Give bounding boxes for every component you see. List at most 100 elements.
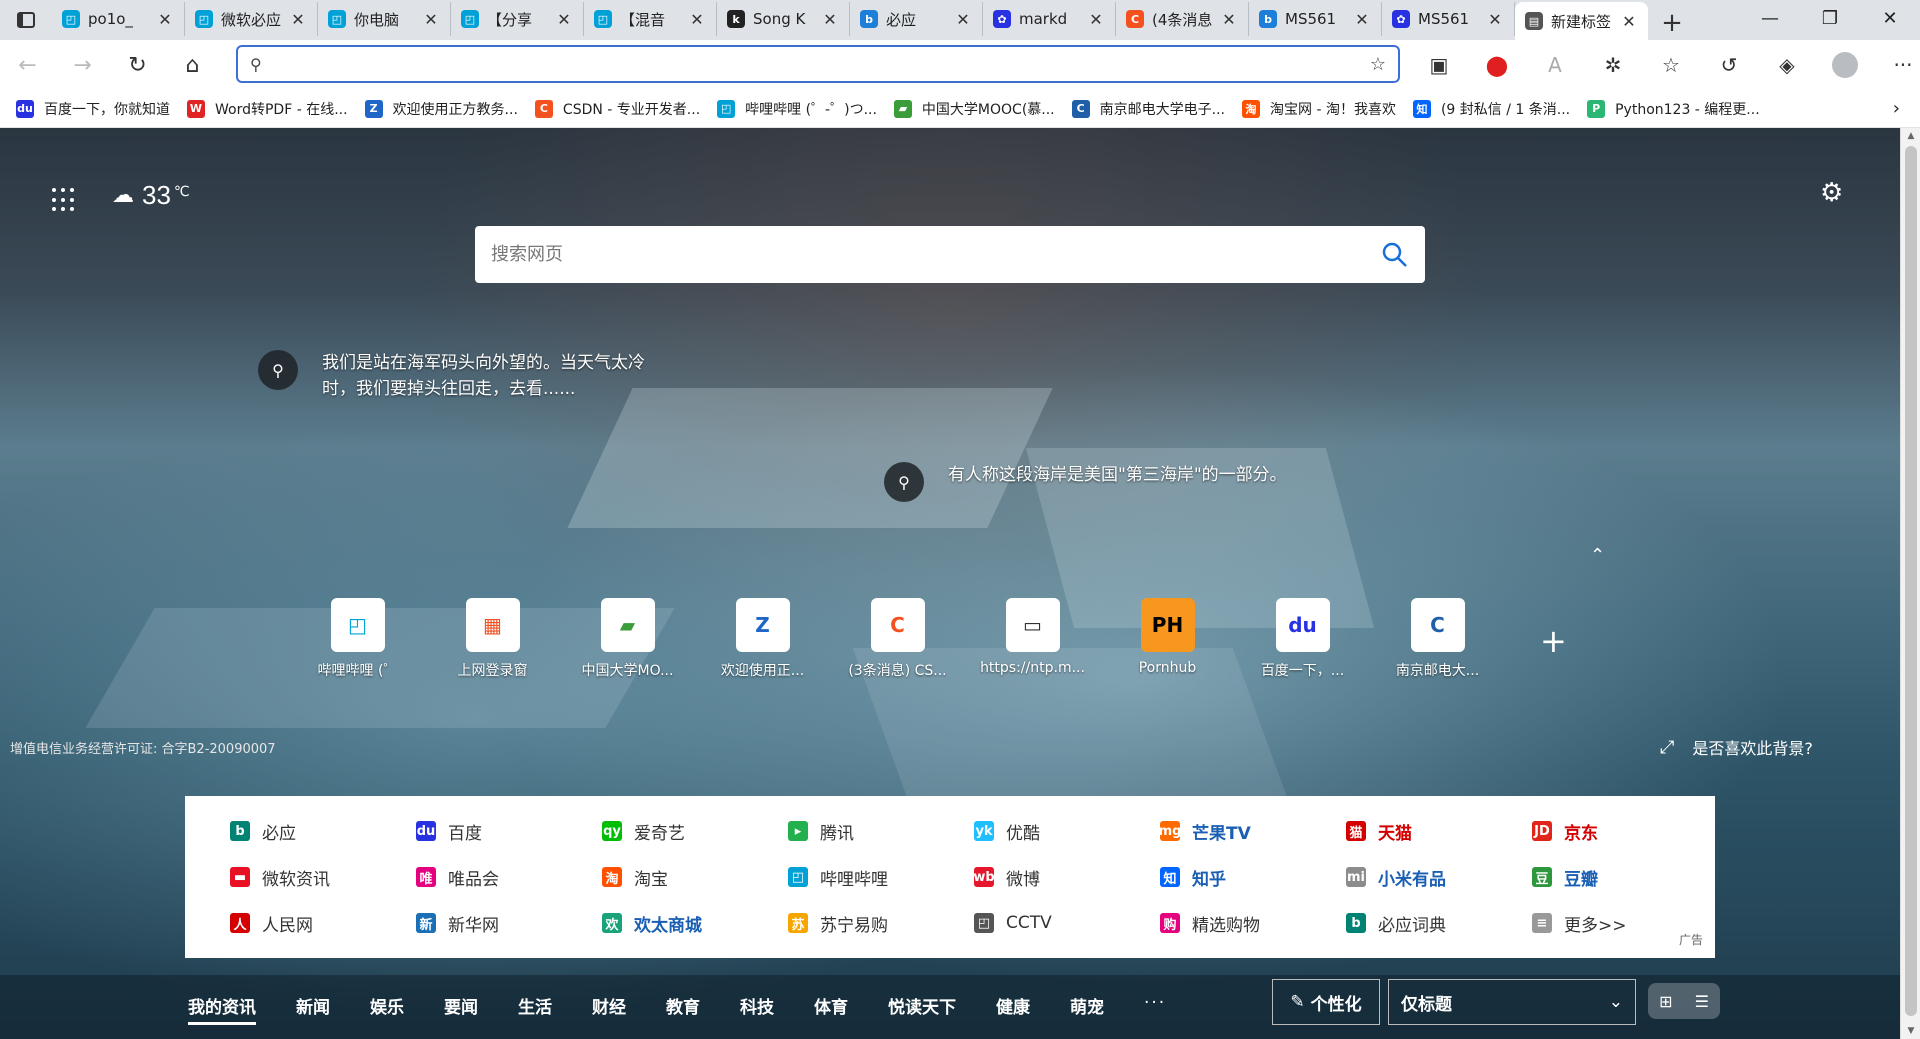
- bookmark-item[interactable]: C 南京邮电大学电子...: [1071, 99, 1225, 119]
- site-link[interactable]: ◰ CCTV: [974, 900, 1160, 946]
- forward-button[interactable]: →: [55, 45, 110, 85]
- chevron-right-icon[interactable]: ›: [1893, 98, 1900, 119]
- feed-tab[interactable]: ···: [1144, 993, 1166, 1025]
- add-quick-link-button[interactable]: +: [1540, 622, 1567, 660]
- browser-tab[interactable]: ✿ markd ✕: [983, 2, 1116, 36]
- close-tab-icon[interactable]: ✕: [422, 10, 440, 29]
- background-hotspot-2[interactable]: ⚲ 有人称这段海岸是美国"第三海岸"的一部分。: [884, 462, 1304, 502]
- bookmark-item[interactable]: 知 (9 封私信 / 1 条消...: [1412, 99, 1570, 119]
- feed-tab[interactable]: 财经: [592, 993, 626, 1025]
- home-button[interactable]: ⌂: [165, 45, 220, 85]
- site-link[interactable]: b 必应词典: [1346, 900, 1532, 946]
- add-favorite-icon[interactable]: ☆: [1370, 54, 1386, 75]
- site-link[interactable]: b 必应: [230, 808, 416, 854]
- expand-icon[interactable]: ⤢: [1660, 737, 1674, 758]
- extensions-icon[interactable]: ✲: [1584, 45, 1642, 85]
- back-button[interactable]: ←: [0, 45, 55, 85]
- web-search-input[interactable]: [491, 244, 1381, 265]
- browser-tab[interactable]: k Song K ✕: [717, 2, 850, 36]
- feed-tab[interactable]: 生活: [518, 993, 552, 1025]
- browser-tab[interactable]: ▤ 新建标签 ✕: [1515, 2, 1648, 40]
- maximize-button[interactable]: ❐: [1800, 0, 1860, 36]
- minimize-button[interactable]: —: [1740, 0, 1800, 36]
- address-input[interactable]: [273, 55, 1370, 73]
- site-link[interactable]: 购精选购物: [1160, 900, 1346, 946]
- close-tab-icon[interactable]: ✕: [289, 10, 307, 29]
- feed-tab[interactable]: 健康: [996, 993, 1030, 1025]
- site-link[interactable]: yk 优酷: [974, 808, 1160, 854]
- feed-tab[interactable]: 我的资讯: [188, 993, 256, 1025]
- like-background-prompt[interactable]: ⤢ 是否喜欢此背景?: [1660, 735, 1813, 759]
- close-tab-icon[interactable]: ✕: [1220, 10, 1238, 29]
- refresh-button[interactable]: ↻: [110, 45, 165, 85]
- close-tab-icon[interactable]: ✕: [1620, 12, 1638, 31]
- site-link[interactable]: ▬ 微软资讯: [230, 854, 416, 900]
- close-tab-icon[interactable]: ✕: [1087, 10, 1105, 29]
- site-link[interactable]: qy 爱奇艺: [602, 808, 788, 854]
- view-mode-select[interactable]: 仅标题 ⌄: [1388, 979, 1636, 1025]
- site-link[interactable]: 豆豆瓣: [1532, 854, 1718, 900]
- page-scrollbar[interactable]: ▲ ▼: [1900, 128, 1920, 1039]
- gear-icon[interactable]: ⚙: [1820, 178, 1843, 208]
- quick-link[interactable]: C 南京邮电大...: [1370, 598, 1505, 680]
- close-tab-icon[interactable]: ✕: [688, 10, 706, 29]
- site-link[interactable]: wb 微博: [973, 854, 1160, 900]
- bookmark-item[interactable]: Z 欢迎使用正方教务...: [364, 99, 518, 119]
- browser-tab[interactable]: b MS561 ✕: [1249, 2, 1382, 36]
- site-link[interactable]: 欢欢太商城: [602, 900, 788, 946]
- adblock-extension-icon[interactable]: ⬤: [1468, 45, 1526, 85]
- browser-tab[interactable]: C (4条消息 ✕: [1116, 2, 1249, 36]
- site-link[interactable]: mi 小米有品: [1346, 854, 1532, 900]
- site-link[interactable]: 猫天猫: [1346, 808, 1532, 854]
- quick-link[interactable]: Z 欢迎使用正...: [695, 598, 830, 680]
- quick-link[interactable]: du 百度一下，...: [1235, 598, 1370, 680]
- bookmark-item[interactable]: du 百度一下，你就知道: [16, 99, 170, 119]
- site-link[interactable]: 人人民网: [230, 900, 416, 946]
- quick-link[interactable]: ▭ https://ntp.m...: [965, 598, 1100, 680]
- background-hotspot-1[interactable]: ⚲ 我们是站在海军码头向外望的。当天气太冷时，我们要掉头往回走，去看......: [258, 350, 668, 402]
- bookmark-item[interactable]: P Python123 - 编程更...: [1587, 99, 1760, 119]
- feed-tab[interactable]: 新闻: [296, 993, 330, 1025]
- scroll-down-icon[interactable]: ▼: [1905, 1026, 1917, 1036]
- browser-tab[interactable]: ◰ 你电脑 ✕: [318, 2, 451, 36]
- feed-tab[interactable]: 娱乐: [370, 993, 404, 1025]
- scrollbar-thumb[interactable]: [1905, 146, 1917, 1016]
- bookmark-item[interactable]: W Word转PDF - 在线...: [187, 99, 348, 119]
- site-link[interactable]: 知知乎: [1160, 854, 1346, 900]
- browser-tab[interactable]: ◰ 【混音 ✕: [584, 2, 717, 36]
- new-tab-button[interactable]: +: [1648, 6, 1696, 40]
- feed-tab[interactable]: 体育: [814, 993, 848, 1025]
- address-bar[interactable]: ⚲ ☆: [236, 45, 1400, 83]
- site-link[interactable]: 淘淘宝: [602, 854, 788, 900]
- browser-tab[interactable]: ◰ 微软必应 ✕: [185, 2, 318, 36]
- feed-tab[interactable]: 萌宠: [1070, 993, 1104, 1025]
- feed-tab[interactable]: 教育: [666, 993, 700, 1025]
- scroll-up-icon[interactable]: ▲: [1905, 131, 1917, 141]
- grid-layout-icon[interactable]: ⊞: [1659, 992, 1672, 1011]
- site-link[interactable]: 唯唯品会: [416, 854, 602, 900]
- feed-tab[interactable]: 悦读天下: [888, 993, 956, 1025]
- history-icon[interactable]: ↺: [1700, 45, 1758, 85]
- site-link[interactable]: ◰ 哔哩哔哩: [788, 854, 974, 900]
- site-link[interactable]: 新新华网: [416, 900, 602, 946]
- bookmark-item[interactable]: C CSDN - 专业开发者...: [534, 99, 700, 119]
- site-link[interactable]: du 百度: [416, 808, 602, 854]
- list-layout-icon[interactable]: ☰: [1695, 992, 1709, 1011]
- feed-tab[interactable]: 要闻: [444, 993, 478, 1025]
- tab-actions-button[interactable]: [0, 0, 52, 40]
- site-link[interactable]: 苏苏宁易购: [788, 900, 974, 946]
- browser-tab[interactable]: ◰ po1o_ ✕: [52, 2, 185, 36]
- close-window-button[interactable]: ✕: [1860, 0, 1920, 36]
- personalize-button[interactable]: ✎ 个性化: [1272, 979, 1380, 1025]
- performance-icon[interactable]: ◈: [1758, 45, 1816, 85]
- quick-link[interactable]: C (3条消息) CS...: [830, 598, 965, 680]
- close-tab-icon[interactable]: ✕: [156, 10, 174, 29]
- favorites-icon[interactable]: ☆: [1642, 45, 1700, 85]
- read-aloud-icon[interactable]: A: [1526, 45, 1584, 85]
- collections-icon[interactable]: ▣: [1410, 45, 1468, 85]
- feed-tab[interactable]: 科技: [740, 993, 774, 1025]
- bookmark-item[interactable]: ◰ 哔哩哔哩 (゜-゜)つ...: [717, 99, 877, 119]
- more-menu-icon[interactable]: ···: [1874, 45, 1920, 85]
- search-icon[interactable]: [1381, 241, 1409, 269]
- browser-tab[interactable]: ◰ 【分享 ✕: [451, 2, 584, 36]
